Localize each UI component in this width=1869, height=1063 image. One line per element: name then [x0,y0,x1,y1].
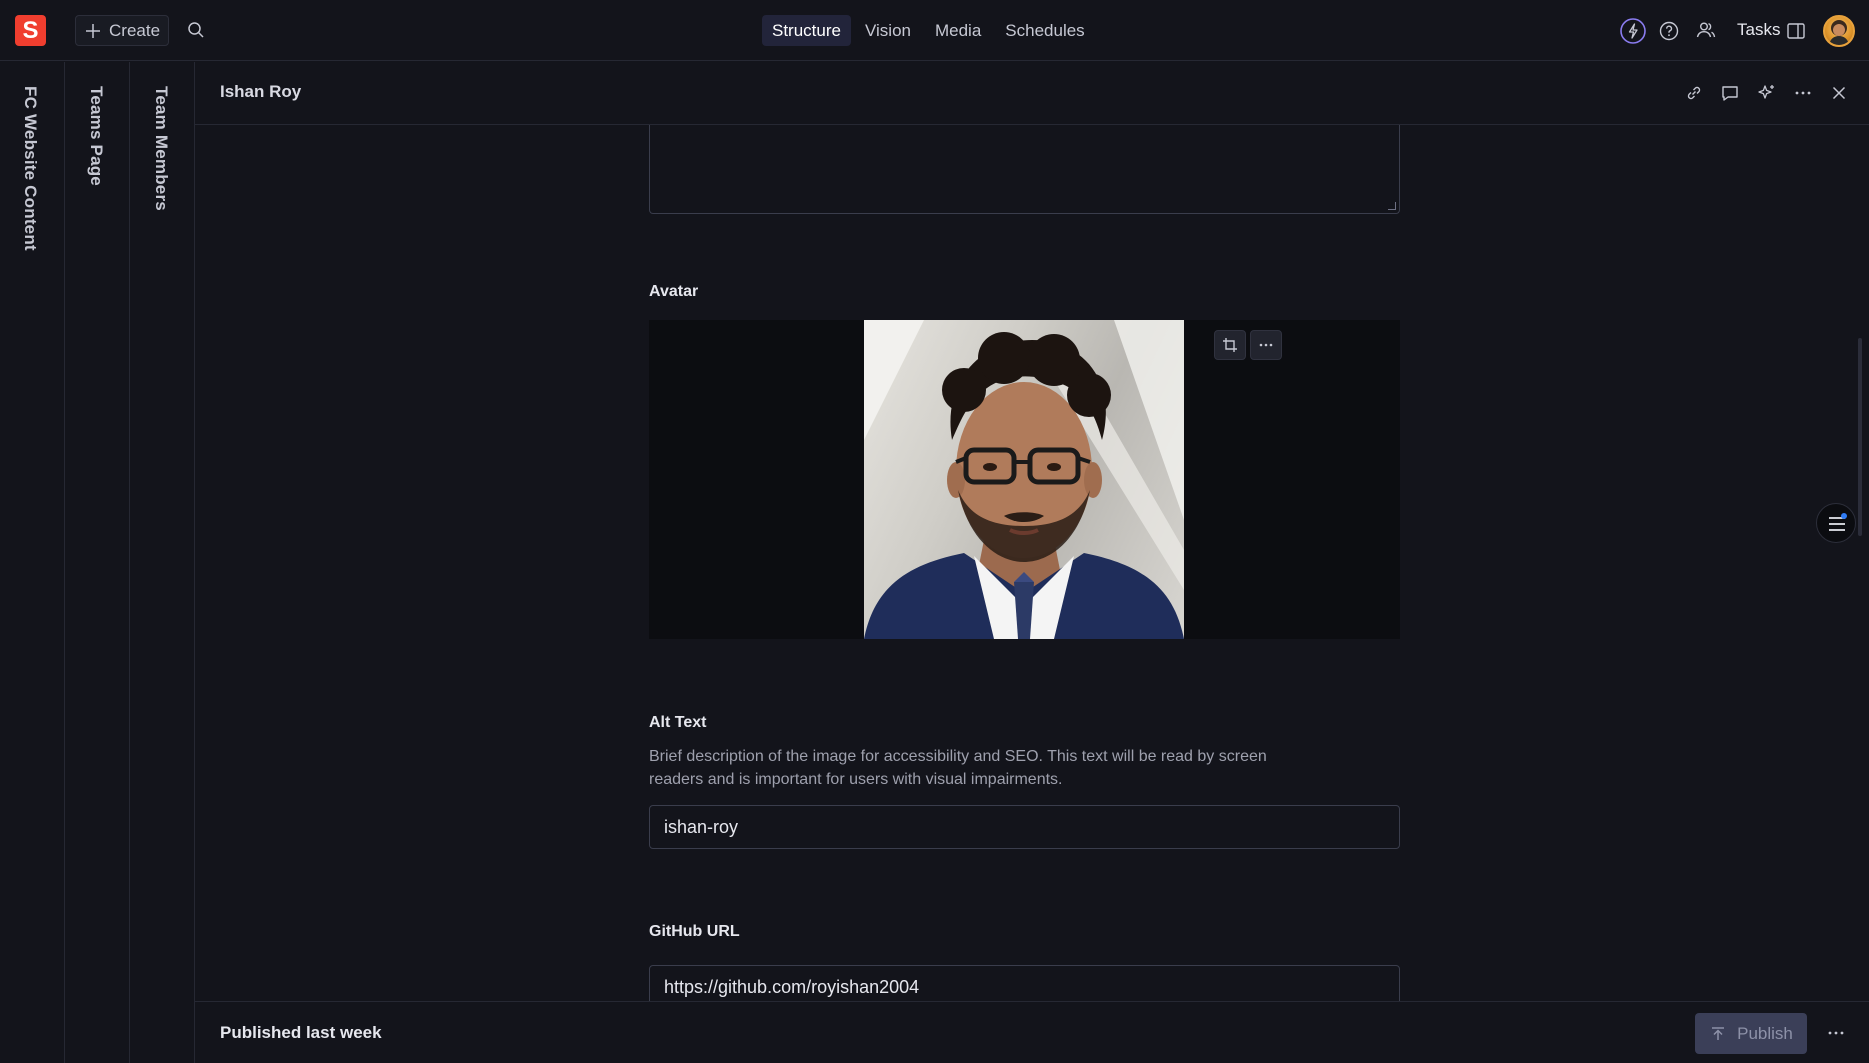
scrollbar-thumb[interactable] [1858,338,1862,536]
more-options-icon[interactable] [1792,82,1814,104]
comment-icon[interactable] [1719,82,1741,104]
tasks-button[interactable]: Tasks [1737,20,1780,40]
search-icon[interactable] [186,20,206,40]
plus-icon [85,23,101,39]
create-button[interactable]: Create [75,15,169,46]
image-more-button[interactable] [1250,330,1282,360]
help-icon[interactable] [1657,19,1681,43]
lightning-icon[interactable] [1619,17,1647,45]
panel-toggle-icon[interactable] [1784,19,1808,43]
notification-dot [1841,513,1847,519]
nav-structure[interactable]: Structure [762,15,851,46]
document-footer: Published last week Publish [195,1001,1869,1063]
main-nav: Structure Vision Media Schedules [762,15,1095,46]
outline-toggle-button[interactable] [1816,503,1856,543]
alt-text-label: Alt Text [649,714,707,731]
rail-label: Teams Page [87,86,106,186]
create-label: Create [109,20,161,40]
publish-status: Published last week [220,1023,382,1042]
users-icon[interactable] [1694,18,1718,42]
studio-logo[interactable]: S [15,15,46,46]
publish-label: Publish [1737,1023,1793,1043]
publish-icon [1709,1025,1727,1043]
rail-teams-page[interactable]: Teams Page [65,62,130,1063]
avatar-image [864,320,1184,639]
document-form: Avatar Alt Text Brief description of the… [195,125,1869,1001]
rail-label: FC Website Content [21,86,40,251]
crop-icon [1222,337,1238,353]
avatar-image-field[interactable] [649,320,1400,639]
list-icon [1817,504,1855,544]
more-options-icon [1258,337,1274,353]
bio-textarea[interactable] [649,125,1400,214]
nav-media[interactable]: Media [925,15,991,46]
user-avatar[interactable] [1823,15,1855,47]
sparkle-icon[interactable] [1756,82,1778,104]
resize-handle-icon[interactable] [1388,202,1396,210]
publish-button[interactable]: Publish [1695,1013,1807,1054]
avatar-label: Avatar [649,283,699,300]
rail-fc-website-content[interactable]: FC Website Content [0,62,65,1063]
alt-text-input[interactable] [649,805,1400,849]
close-icon[interactable] [1828,82,1850,104]
nav-vision[interactable]: Vision [855,15,921,46]
document-title: Ishan Roy [220,82,302,101]
top-bar: S Create Structure Vision Media Schedule… [0,0,1869,61]
github-url-label: GitHub URL [649,923,740,940]
alt-text-description: Brief description of the image for acces… [649,748,1267,788]
nav-schedules[interactable]: Schedules [995,15,1094,46]
github-url-input[interactable] [649,965,1400,1001]
document-header: Ishan Roy [195,62,1869,125]
rail-label: Team Members [152,86,171,211]
rail-team-members[interactable]: Team Members [130,62,195,1063]
crop-button[interactable] [1214,330,1246,360]
footer-more-options-icon[interactable] [1825,1022,1847,1044]
link-icon[interactable] [1683,82,1705,104]
